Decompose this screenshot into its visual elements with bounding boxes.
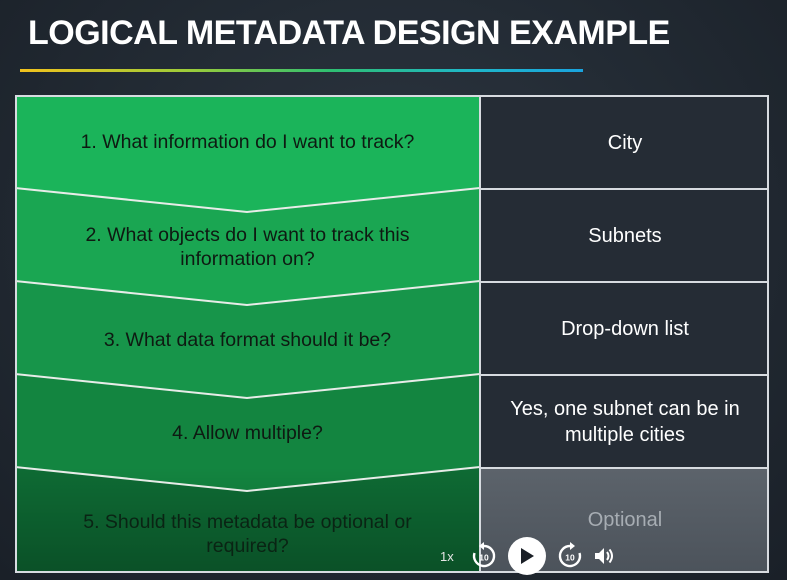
rewind-seconds-label: 10 (479, 553, 489, 563)
title-underline (20, 69, 583, 72)
forward-seconds-label: 10 (565, 553, 575, 563)
play-button[interactable] (507, 537, 546, 575)
table-frame (15, 95, 769, 573)
player-controls: 1x 10 10 (440, 535, 616, 577)
playback-speed-button[interactable]: 1x (440, 549, 454, 564)
rewind-10-icon[interactable]: 10 (470, 542, 498, 570)
forward-10-icon[interactable]: 10 (556, 542, 584, 570)
page-title: LOGICAL METADATA DESIGN EXAMPLE (28, 14, 670, 52)
play-icon (520, 548, 534, 564)
volume-icon[interactable] (594, 546, 616, 566)
